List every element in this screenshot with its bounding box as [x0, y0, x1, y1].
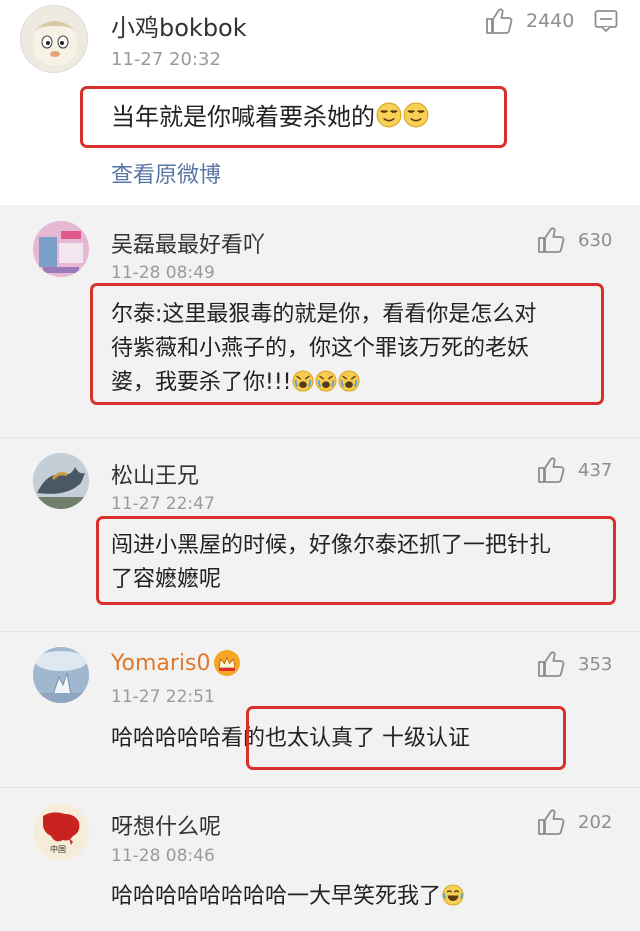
timestamp: 11-27 22:51 — [111, 687, 215, 707]
reply-text: 哈哈哈哈哈哈哈哈一大早笑死我了 — [111, 880, 464, 914]
like-count: 2440 — [526, 10, 575, 32]
thumbs-up-icon — [536, 455, 566, 485]
like-count: 437 — [578, 459, 613, 481]
thumbs-up-icon — [484, 6, 514, 36]
reply-text: 哈哈哈哈哈看的也太认真了 十级认证 — [111, 726, 470, 751]
like-button[interactable]: 202 — [536, 807, 612, 837]
laughing-emoji-icon — [442, 884, 464, 906]
like-button[interactable]: 437 — [536, 455, 612, 485]
reply-text-content: 哈哈哈哈哈哈哈哈一大早笑死我了 — [111, 884, 442, 909]
smirk-emoji-icon — [376, 102, 402, 128]
timestamp: 11-28 08:49 — [111, 263, 215, 283]
reply-text: 尔泰:这里最狠毒的就是你，看看你是怎么对 待紫薇和小燕子的，你这个罪该万死的老妖… — [111, 298, 611, 400]
thumbs-up-icon — [536, 649, 566, 679]
username[interactable]: 呀想什么呢 — [111, 809, 221, 841]
like-button[interactable]: 353 — [536, 649, 612, 679]
like-count: 353 — [578, 653, 613, 675]
avatar[interactable] — [33, 647, 89, 703]
comment-text-content: 当年就是你喊着要杀她的 — [111, 103, 375, 131]
crying-emoji-icon — [315, 370, 337, 392]
reply-text: 闯进小黑屋的时候，好像尔泰还抓了一把针扎 了容嬷嬷呢 — [111, 529, 616, 597]
comment-text: 当年就是你喊着要杀她的 — [111, 100, 429, 134]
crying-emoji-icon — [292, 370, 314, 392]
username[interactable]: 松山王兄 — [111, 458, 199, 490]
divider — [0, 437, 640, 438]
thumbs-up-icon — [536, 807, 566, 837]
timestamp: 11-28 08:46 — [111, 846, 215, 866]
reply-text-line: 待紫薇和小燕子的，你这个罪该万死的老妖 — [111, 336, 530, 361]
reply-text-line: 闯进小黑屋的时候，好像尔泰还抓了一把针扎 — [111, 533, 552, 558]
crown-badge-icon[interactable] — [213, 649, 241, 681]
avatar-caption: 中国 — [50, 845, 66, 854]
like-count: 202 — [578, 811, 613, 833]
reply-text-line: 了容嬷嬷呢 — [111, 567, 222, 592]
reply-text-line: 尔泰:这里最狠毒的就是你，看看你是怎么对 — [111, 302, 537, 327]
divider — [0, 631, 640, 632]
username[interactable]: Yomaris0 — [111, 651, 211, 676]
like-button[interactable]: 630 — [536, 225, 612, 255]
main-comment: 小鸡bokbok 11-27 20:32 2440 当年就是你喊着要杀她的 查看… — [0, 0, 640, 205]
reply-text-line: 婆，我要杀了你!!! — [111, 370, 292, 395]
divider — [0, 787, 640, 788]
avatar[interactable] — [33, 453, 89, 509]
like-count: 630 — [578, 229, 613, 251]
like-button[interactable]: 2440 — [484, 6, 574, 36]
comment-icon[interactable] — [594, 9, 618, 37]
avatar[interactable] — [20, 5, 88, 73]
view-original-link[interactable]: 查看原微博 — [111, 157, 221, 189]
thumbs-up-icon — [536, 225, 566, 255]
timestamp: 11-27 22:47 — [111, 494, 215, 514]
username[interactable]: 小鸡bokbok — [111, 8, 247, 43]
avatar[interactable] — [33, 221, 89, 277]
reply-list: 吴磊最最好看吖 11-28 08:49 630 尔泰:这里最狠毒的就是你，看看你… — [0, 205, 640, 931]
username[interactable]: 吴磊最最好看吖 — [111, 227, 265, 259]
crying-emoji-icon — [338, 370, 360, 392]
smirk-emoji-icon — [403, 102, 429, 128]
timestamp: 11-27 20:32 — [111, 49, 221, 70]
